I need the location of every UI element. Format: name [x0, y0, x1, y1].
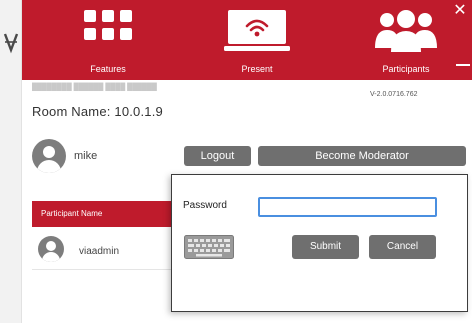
via-logo-icon [3, 33, 19, 54]
top-navigation-bar: Features Present Participants [22, 0, 472, 80]
avatar-head [43, 146, 55, 158]
become-moderator-button[interactable]: Become Moderator [258, 146, 466, 166]
user-name: mike [74, 150, 98, 162]
grid-icon [84, 10, 132, 40]
submit-button[interactable]: Submit [292, 235, 359, 259]
participant-avatar [38, 236, 64, 262]
avatar-body [42, 252, 60, 262]
close-button[interactable]: ✕ [451, 2, 469, 20]
screen-wifi-icon [224, 10, 290, 51]
nav-present[interactable]: Present [202, 8, 312, 74]
nav-features-label: Features [90, 64, 126, 74]
participant-name: viaadmin [79, 246, 120, 257]
password-input[interactable] [258, 197, 437, 217]
keyboard-icon[interactable] [184, 235, 234, 259]
version-label: V-2.0.0716.762 [370, 91, 418, 98]
nav-features[interactable]: Features [53, 8, 163, 74]
avatar-head [46, 241, 56, 251]
avatar-body [37, 160, 61, 173]
brand-strip [0, 0, 22, 323]
password-dialog: Password Submit Cancel [171, 174, 468, 312]
password-label: Password [183, 200, 227, 211]
user-avatar [32, 139, 66, 173]
participant-list-header: Participant Name [32, 201, 172, 227]
cancel-button[interactable]: Cancel [369, 235, 436, 259]
group-icon [375, 10, 437, 52]
collapse-icon[interactable] [456, 64, 470, 66]
participant-name-column-header: Participant Name [41, 209, 103, 218]
logout-button[interactable]: Logout [184, 146, 251, 166]
nav-participants-label: Participants [382, 64, 430, 74]
faded-background-text: ████████ ██████ ████ ██████ [32, 84, 157, 91]
nav-participants[interactable]: Participants [351, 8, 461, 74]
nav-present-label: Present [241, 64, 273, 74]
room-name: Room Name: 10.0.1.9 [32, 104, 163, 119]
participant-row[interactable]: viaadmin [32, 228, 172, 270]
